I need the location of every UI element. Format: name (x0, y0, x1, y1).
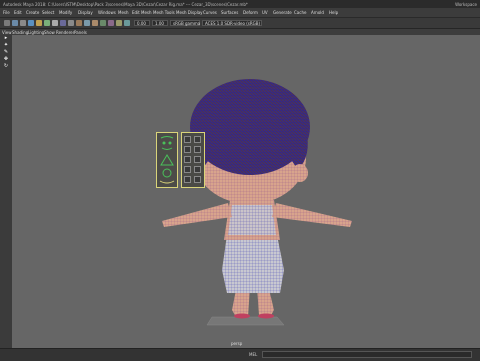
view-transform-select[interactable]: ACES 1.0 SDR-video (sRGB) (202, 20, 262, 26)
textured-icon[interactable] (36, 20, 42, 26)
picker-button-5[interactable] (184, 156, 191, 163)
lights-icon[interactable] (44, 20, 50, 26)
resolution-gate-icon[interactable] (108, 20, 114, 26)
picker-button-8[interactable] (194, 166, 201, 173)
rotate-tool-icon[interactable]: ↻ (3, 64, 9, 69)
command-line: MEL (0, 348, 480, 361)
shadows-icon[interactable] (52, 20, 58, 26)
character-mesh[interactable] (162, 79, 352, 319)
menu-create[interactable]: Create (26, 10, 39, 15)
picker-graphic (159, 136, 175, 184)
mel-input[interactable] (262, 351, 472, 358)
exposure-field[interactable]: 0.00 (134, 20, 150, 26)
picker-button-7[interactable] (184, 166, 191, 173)
xray-icon[interactable] (68, 20, 74, 26)
window-title: Autodesk Maya 2018: C:\Users\ISTM\Deskto… (3, 1, 248, 7)
menu-mesh-tools[interactable]: Mesh Tools (153, 10, 175, 15)
picker-controls-panel[interactable] (181, 132, 205, 188)
viewport-persp[interactable]: persp (12, 35, 480, 348)
menu-deform[interactable]: Deform (243, 10, 258, 15)
picker-button-6[interactable] (194, 156, 201, 163)
panel-toolbar: 0.00 1.00 sRGB gamma ACES 1.0 SDR-video … (0, 18, 480, 29)
ambient-occlusion-icon[interactable] (84, 20, 90, 26)
move-tool-icon[interactable]: ✥ (3, 57, 9, 62)
menu-arnold[interactable]: Arnold (311, 10, 324, 15)
menu-generate[interactable]: Generate (273, 10, 292, 15)
picker-button-10[interactable] (194, 176, 201, 183)
workspace-label: Workspace (455, 1, 477, 7)
picker-button-9[interactable] (184, 176, 191, 183)
menu-edit-mesh[interactable]: Edit Mesh (132, 10, 152, 15)
menu-select[interactable]: Select (42, 10, 54, 15)
menu-surfaces[interactable]: Surfaces (221, 10, 238, 15)
picker-button-1[interactable] (184, 136, 191, 143)
select-tool-icon[interactable]: ▸ (3, 36, 9, 41)
safe-action-icon[interactable] (124, 20, 130, 26)
isolate-icon[interactable] (60, 20, 66, 26)
antialiasing-icon[interactable] (92, 20, 98, 26)
menu-display[interactable]: Display (78, 10, 93, 15)
main-menu-bar: File Edit Create Select Modify Display W… (0, 8, 480, 18)
menu-mesh-display[interactable]: Mesh Display (176, 10, 203, 15)
gamma-field[interactable]: 1.00 (152, 20, 168, 26)
menu-file[interactable]: File (3, 10, 10, 15)
grid-icon[interactable] (12, 20, 18, 26)
camera-icon[interactable] (4, 20, 10, 26)
menu-mesh[interactable]: Mesh (118, 10, 129, 15)
menu-cache[interactable]: Cache (294, 10, 306, 15)
viewport-canvas[interactable] (12, 35, 480, 348)
xray-joints-icon[interactable] (76, 20, 82, 26)
depth-of-field-icon[interactable] (100, 20, 106, 26)
title-bar: Autodesk Maya 2018: C:\Users\ISTM\Deskto… (0, 0, 480, 8)
menu-modify[interactable]: Modify (59, 10, 72, 15)
mel-label[interactable]: MEL (249, 352, 257, 357)
menu-uv[interactable]: UV (262, 10, 268, 15)
wireframe-icon[interactable] (20, 20, 26, 26)
menu-edit[interactable]: Edit (14, 10, 22, 15)
menu-windows[interactable]: Windows (98, 10, 116, 15)
film-gate-icon[interactable] (116, 20, 122, 26)
lasso-tool-icon[interactable]: ✦ (3, 43, 9, 48)
menu-help[interactable]: Help (329, 10, 338, 15)
color-space-select[interactable]: sRGB gamma (170, 20, 200, 26)
camera-label: persp (231, 341, 243, 346)
character-picker-panel[interactable] (156, 132, 178, 188)
smooth-shade-icon[interactable] (28, 20, 34, 26)
picker-button-3[interactable] (184, 146, 191, 153)
paint-select-icon[interactable]: ✎ (3, 50, 9, 55)
menu-curves[interactable]: Curves (203, 10, 217, 15)
picker-button-4[interactable] (194, 146, 201, 153)
picker-button-2[interactable] (194, 136, 201, 143)
